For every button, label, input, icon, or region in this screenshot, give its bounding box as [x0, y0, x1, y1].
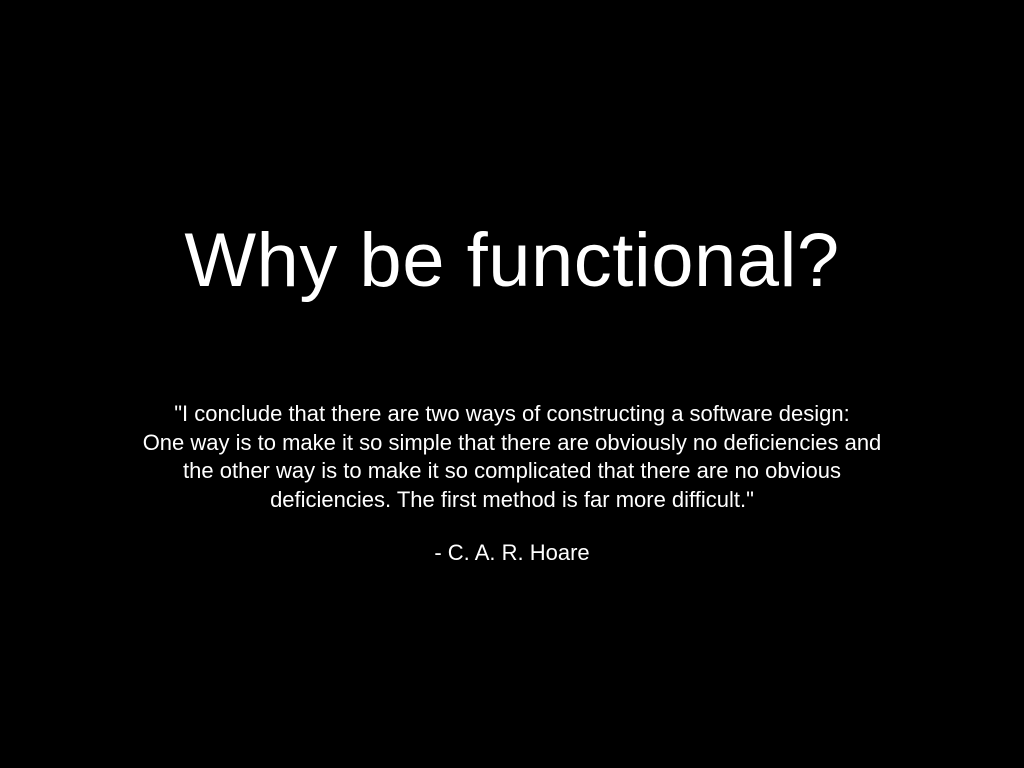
quote: "I conclude that there are two ways of c…	[60, 400, 964, 514]
slide: Why be functional? "I conclude that ther…	[0, 0, 1024, 768]
quote-line: deficiencies. The first method is far mo…	[270, 486, 754, 512]
quote-line: One way is to make it so simple that the…	[142, 429, 882, 455]
quote-line: "I conclude that there are two ways of c…	[174, 401, 850, 426]
slide-title: Why be functional?	[184, 218, 840, 303]
quote-attribution: - C. A. R. Hoare	[434, 540, 590, 565]
quote-line: the other way is to make it so complicat…	[183, 458, 841, 483]
